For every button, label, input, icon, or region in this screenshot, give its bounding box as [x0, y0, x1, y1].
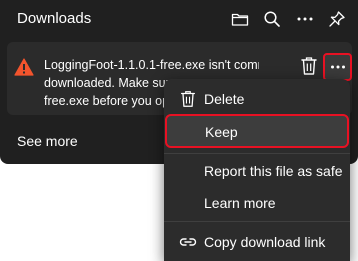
see-more-link[interactable]: See more	[17, 133, 78, 149]
downloads-header: Downloads	[0, 0, 358, 40]
warning-icon	[14, 58, 34, 76]
more-icon	[330, 65, 345, 69]
link-icon	[178, 232, 198, 252]
download-context-menu: Delete Keep Report this file as safe Lea…	[164, 79, 350, 261]
panel-title: Downloads	[17, 10, 92, 27]
menu-item-label: Keep	[205, 124, 238, 140]
more-actions-button[interactable]	[323, 53, 352, 81]
more-icon[interactable]	[294, 8, 316, 30]
menu-separator	[164, 221, 350, 222]
menu-item-label: Report this file as safe	[204, 163, 343, 179]
pin-icon[interactable]	[326, 8, 348, 30]
menu-separator	[164, 153, 350, 154]
menu-item-label: Learn more	[204, 195, 276, 211]
folder-icon[interactable]	[229, 8, 251, 30]
menu-item-copy-link[interactable]: Copy download link	[164, 227, 350, 257]
menu-item-delete[interactable]: Delete	[164, 84, 350, 114]
menu-item-label: Copy download link	[204, 234, 326, 250]
search-icon[interactable]	[261, 8, 283, 30]
menu-item-learn-more[interactable]: Learn more	[164, 188, 350, 218]
message-line: LoggingFoot-1.1.0.1-free.exe isn't commo…	[44, 58, 259, 72]
trash-icon[interactable]	[299, 55, 319, 77]
menu-item-label: Delete	[204, 91, 245, 107]
menu-item-keep[interactable]: Keep	[165, 114, 349, 148]
trash-icon	[178, 89, 198, 109]
menu-item-report-safe[interactable]: Report this file as safe	[164, 156, 350, 186]
